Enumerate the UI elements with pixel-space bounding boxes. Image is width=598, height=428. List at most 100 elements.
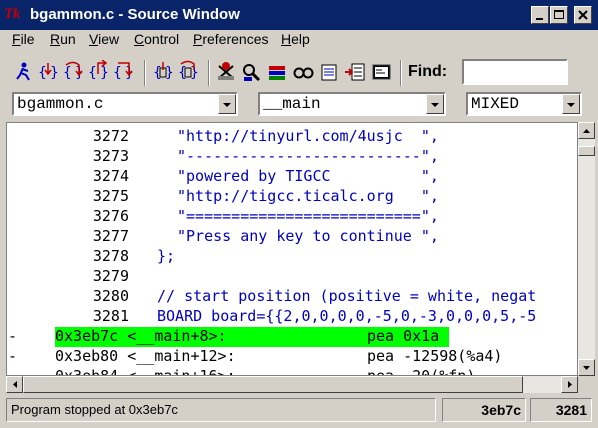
horizontal-scrollbar[interactable] bbox=[6, 376, 578, 393]
breakpoints-button[interactable] bbox=[215, 60, 237, 84]
locals-icon bbox=[243, 64, 261, 82]
minimize-icon bbox=[536, 18, 543, 20]
locals-button[interactable] bbox=[240, 60, 262, 84]
arrow-up-icon bbox=[583, 129, 590, 133]
watch-button[interactable] bbox=[292, 60, 314, 84]
source-line[interactable]: 3277 "Press any key to continue ", bbox=[7, 227, 577, 247]
svg-text:}: } bbox=[100, 65, 109, 81]
source-line[interactable]: 3274 "powered by TIGCC ", bbox=[7, 167, 577, 187]
arrow-down-icon bbox=[583, 366, 590, 370]
status-line: 3281 bbox=[530, 398, 592, 422]
menu-preferences[interactable]: Preferences bbox=[193, 31, 269, 47]
source-line[interactable]: 3279 bbox=[7, 267, 577, 287]
source-line[interactable]: 3272 "http://tinyurl.com/4usjc ", bbox=[7, 127, 577, 147]
memory-icon bbox=[321, 64, 337, 81]
asm-line[interactable]: -0x3eb84 <__main+16>: pea -20(%fp) bbox=[7, 367, 577, 376]
step-icon: {} bbox=[38, 63, 59, 81]
source-line[interactable]: 3275 "http://tigcc.ticalc.org ", bbox=[7, 187, 577, 207]
source-line[interactable]: 3273 "--------------------------", bbox=[7, 147, 577, 167]
source-line[interactable]: 3280// start position (positive = white,… bbox=[7, 287, 577, 307]
source-line[interactable]: 3281 BOARD board={{2,0,0,0,0,-5,0,-3,0,0,… bbox=[7, 307, 577, 327]
scroll-up-button[interactable] bbox=[578, 122, 595, 139]
source-line[interactable]: 3278}; bbox=[7, 247, 577, 267]
run-icon bbox=[16, 62, 30, 81]
title-bar: Tk bgammon.c - Source Window bbox=[0, 0, 598, 30]
stepi-button[interactable]: {} bbox=[152, 60, 174, 84]
stack-button[interactable] bbox=[344, 60, 366, 84]
run-button[interactable] bbox=[12, 60, 34, 84]
asm-line-current[interactable]: -0x3eb7c <__main+8>: pea 0x1a bbox=[7, 327, 577, 347]
step-button[interactable]: {} bbox=[37, 60, 59, 84]
nexti-button[interactable]: {} bbox=[177, 60, 199, 84]
status-bar: Program stopped at 0x3eb7c 3eb7c 3281 bbox=[0, 396, 598, 426]
menu-control[interactable]: Control bbox=[134, 31, 179, 47]
menu-run[interactable]: Run bbox=[50, 31, 76, 47]
scroll-down-button[interactable] bbox=[578, 359, 595, 376]
source-line[interactable]: 3276 "==========================", bbox=[7, 207, 577, 227]
scroll-left-button[interactable] bbox=[6, 376, 23, 393]
app-icon: Tk bbox=[4, 6, 21, 22]
asm-line[interactable]: -0x3eb80 <__main+12>: pea -12598(%a4) bbox=[7, 347, 577, 367]
watch-icon bbox=[293, 67, 314, 79]
svg-text:{: { bbox=[63, 65, 72, 81]
toolbar-separator bbox=[144, 60, 146, 86]
breakpoint-marker: - bbox=[8, 347, 18, 365]
breakpoint-marker: - bbox=[8, 367, 18, 376]
find-input[interactable] bbox=[462, 59, 568, 85]
console-button[interactable] bbox=[370, 60, 392, 84]
menu-file[interactable]: File bbox=[12, 31, 35, 47]
breakpoints-icon bbox=[218, 62, 234, 80]
find-label: Find: bbox=[408, 63, 448, 80]
window-title: bgammon.c - Source Window bbox=[30, 6, 240, 23]
stack-icon bbox=[345, 63, 365, 81]
next-button[interactable]: {} bbox=[62, 60, 84, 84]
vertical-scroll-thumb[interactable] bbox=[578, 146, 595, 156]
breakpoint-marker: - bbox=[8, 327, 18, 345]
svg-text:{: { bbox=[38, 65, 47, 81]
continue-icon: {} bbox=[113, 62, 134, 81]
memory-button[interactable] bbox=[318, 60, 340, 84]
continue-button[interactable]: {} bbox=[112, 60, 134, 84]
maximize-button[interactable] bbox=[550, 6, 568, 24]
minimize-button[interactable] bbox=[531, 6, 549, 24]
arrow-left-icon bbox=[13, 381, 17, 388]
maximize-icon bbox=[554, 10, 564, 19]
file-selector-value: bgammon.c bbox=[17, 95, 104, 113]
function-selector-value: __main bbox=[263, 95, 321, 113]
menu-bar: File Run View Control Preferences Help bbox=[0, 30, 598, 50]
svg-text:}: } bbox=[50, 65, 59, 81]
toolbar-separator bbox=[400, 60, 402, 86]
menu-view[interactable]: View bbox=[89, 31, 119, 47]
toolbar-separator bbox=[208, 60, 210, 86]
scroll-right-button[interactable] bbox=[561, 376, 578, 393]
close-button[interactable] bbox=[574, 6, 592, 24]
svg-text:{: { bbox=[113, 65, 122, 81]
source-code-pane[interactable]: 3272 "http://tinyurl.com/4usjc ", 3273 "--… bbox=[6, 122, 578, 376]
chevron-down-icon bbox=[223, 103, 231, 107]
stepi-icon: {} bbox=[153, 62, 174, 81]
mode-selector-dropdown[interactable] bbox=[562, 94, 580, 114]
close-icon bbox=[578, 10, 588, 20]
file-selector[interactable]: bgammon.c bbox=[12, 92, 238, 116]
menu-help[interactable]: Help bbox=[281, 31, 310, 47]
registers-button[interactable] bbox=[266, 60, 288, 84]
mode-selector[interactable]: MIXED bbox=[466, 92, 582, 116]
status-message: Program stopped at 0x3eb7c bbox=[6, 398, 436, 422]
horizontal-scroll-thumb[interactable] bbox=[23, 376, 523, 393]
file-selector-dropdown[interactable] bbox=[218, 94, 236, 114]
mode-selector-value: MIXED bbox=[471, 95, 520, 113]
console-icon bbox=[372, 64, 391, 80]
status-pc: 3eb7c bbox=[442, 398, 526, 422]
next-icon: {} bbox=[63, 61, 84, 81]
function-selector[interactable]: __main bbox=[258, 92, 446, 116]
svg-text:{: { bbox=[153, 65, 162, 81]
finish-icon: {} bbox=[88, 60, 109, 81]
function-selector-dropdown[interactable] bbox=[426, 94, 444, 114]
chevron-down-icon bbox=[567, 103, 575, 107]
nexti-icon: {} bbox=[178, 60, 199, 81]
registers-icon bbox=[269, 66, 285, 80]
vertical-scrollbar[interactable] bbox=[578, 122, 595, 376]
arrow-right-icon bbox=[568, 381, 572, 388]
svg-text:{: { bbox=[88, 65, 97, 81]
finish-button[interactable]: {} bbox=[87, 60, 109, 84]
